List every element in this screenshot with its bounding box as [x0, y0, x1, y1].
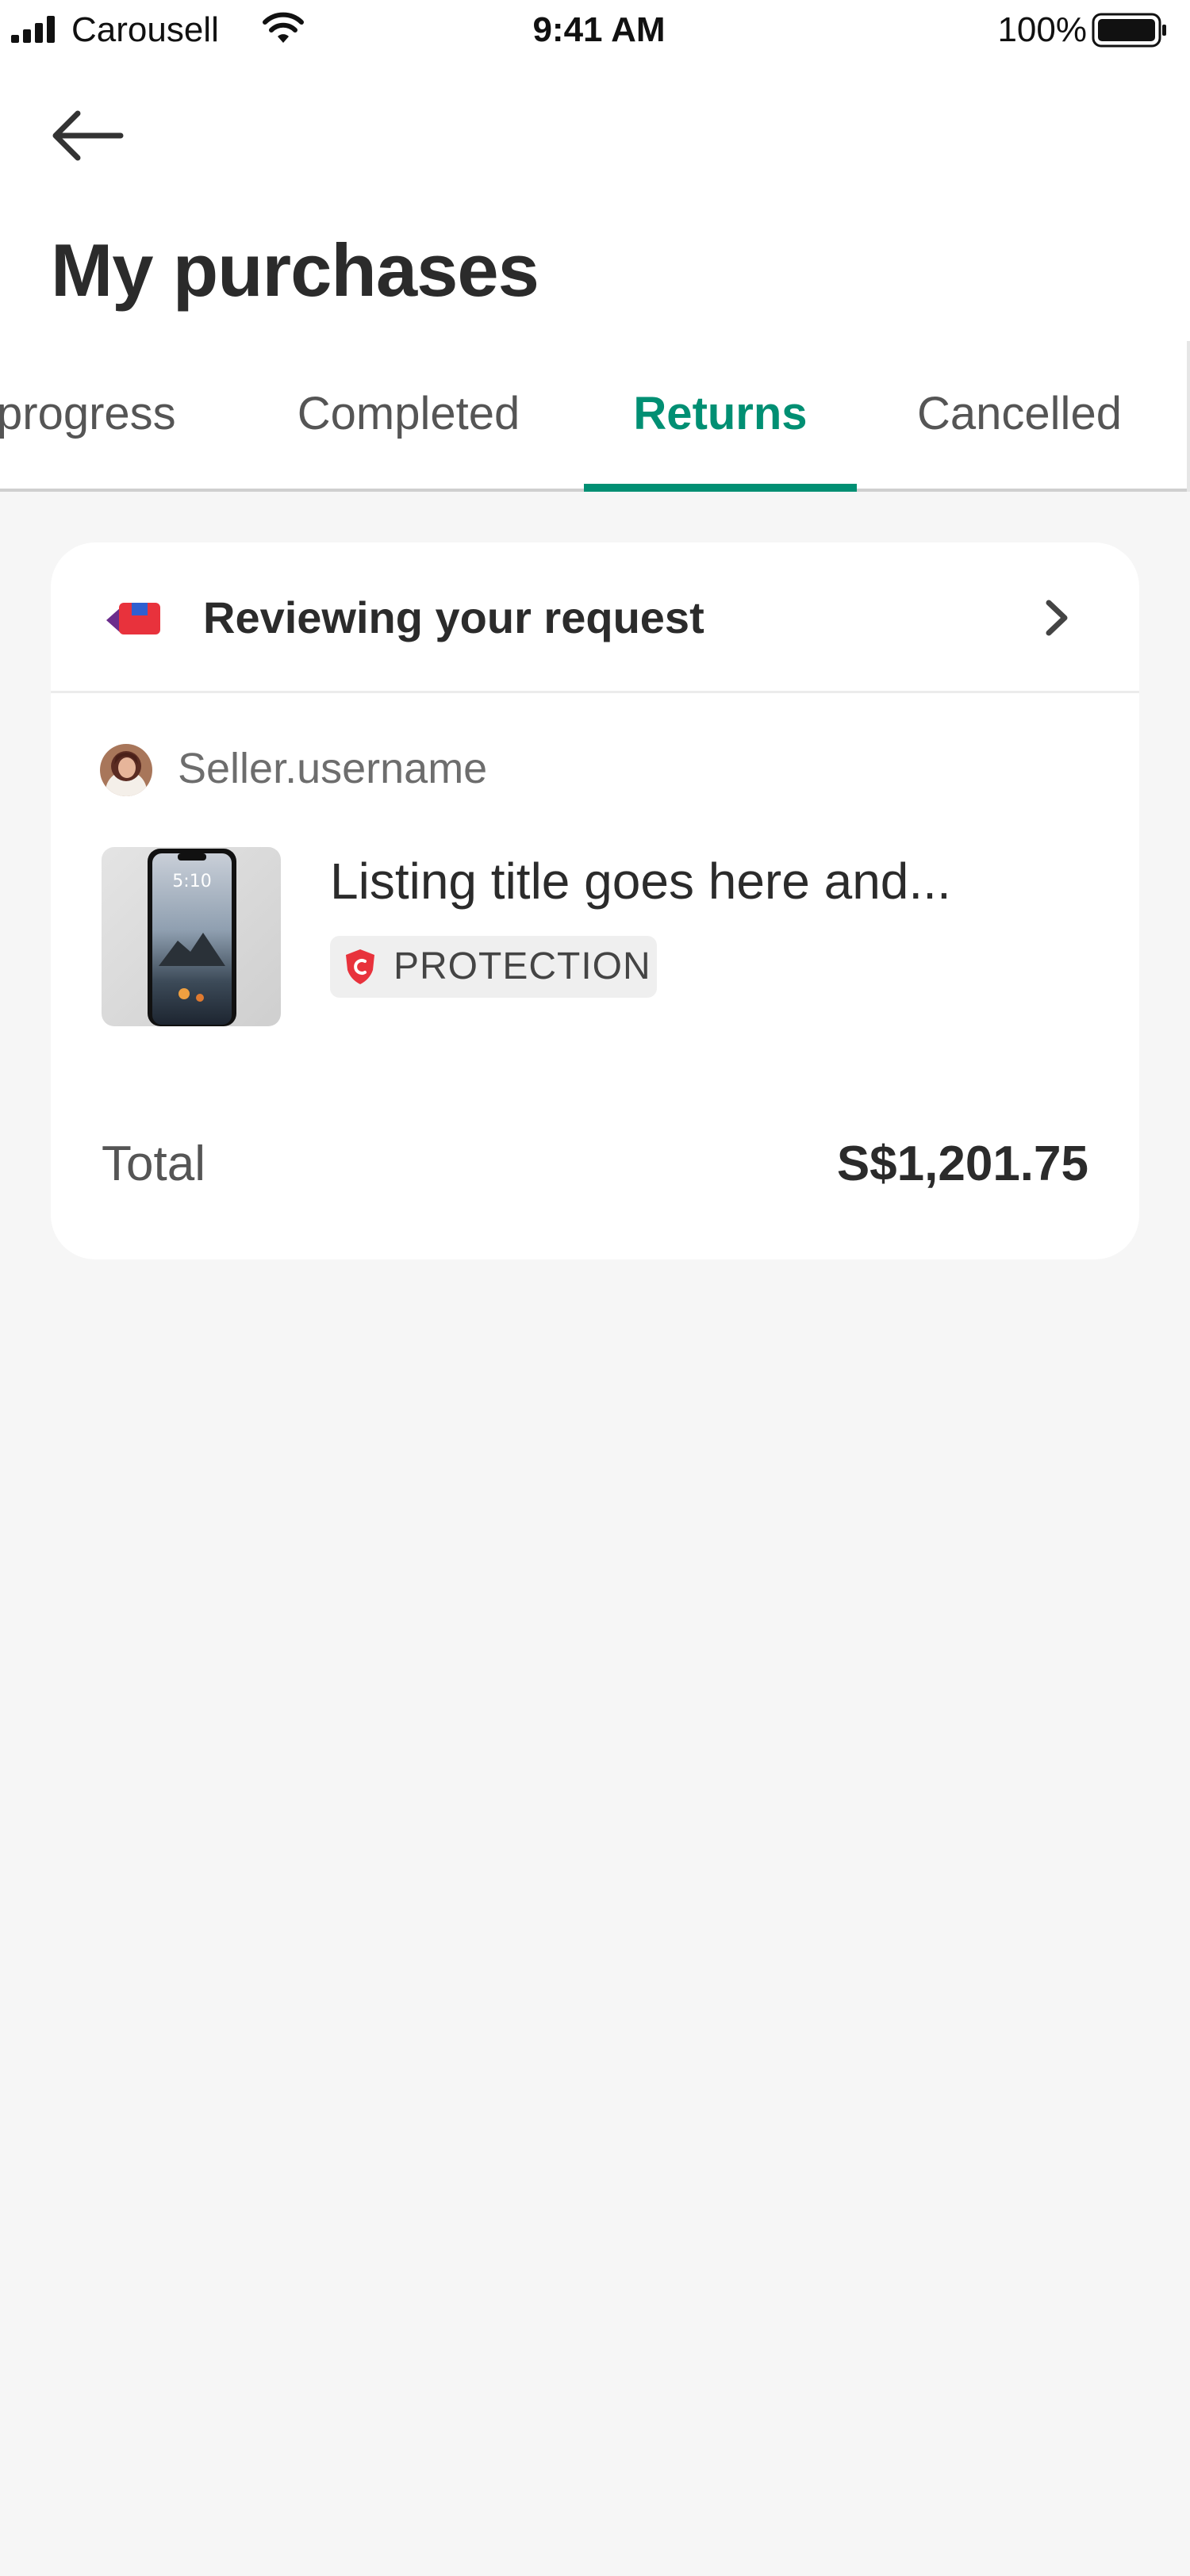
seller-avatar[interactable]: [100, 744, 152, 796]
tab-completed[interactable]: Completed: [270, 365, 547, 489]
page-title: My purchases: [51, 228, 539, 312]
top-bar-area: Carousell 9:41 AM 100% My purchases prog…: [0, 0, 1190, 492]
avatar-image: [100, 744, 152, 796]
shield-c-icon: [346, 949, 374, 984]
tab-returns[interactable]: Returns: [584, 365, 857, 489]
listing-thumbnail[interactable]: 5:10: [102, 847, 281, 1026]
tab-scroll-edge: [1187, 341, 1190, 492]
total-price: S$1,201.75: [836, 1137, 1088, 1191]
order-status-label: Reviewing your request: [203, 592, 704, 642]
back-button[interactable]: [44, 100, 132, 171]
listing-title[interactable]: Listing title goes here and...: [330, 847, 951, 915]
battery-icon: [1092, 13, 1166, 48]
battery-percentage: 100%: [997, 10, 1087, 49]
total-label: Total: [102, 1137, 205, 1191]
arrow-left-icon: [52, 110, 124, 161]
active-tab-indicator: [584, 484, 857, 492]
order-status-row[interactable]: Reviewing your request: [51, 542, 1139, 693]
seller-username[interactable]: Seller.username: [178, 739, 487, 798]
svg-text:5:10: 5:10: [172, 872, 211, 891]
tab-cancelled[interactable]: Cancelled: [889, 365, 1150, 489]
order-card[interactable]: Reviewing your request Seller.username 5…: [51, 542, 1139, 1259]
tab-bar: progress Completed Returns Cancelled: [0, 365, 1190, 492]
protection-badge: PROTECTION: [330, 936, 657, 998]
protection-label: PROTECTION: [393, 945, 651, 987]
phone-product-image: 5:10: [102, 847, 281, 1026]
return-request-icon: [106, 603, 160, 634]
chevron-right-icon: [1046, 600, 1068, 636]
tab-in-progress[interactable]: progress: [0, 365, 187, 489]
status-bar: Carousell 9:41 AM 100%: [0, 0, 1190, 63]
